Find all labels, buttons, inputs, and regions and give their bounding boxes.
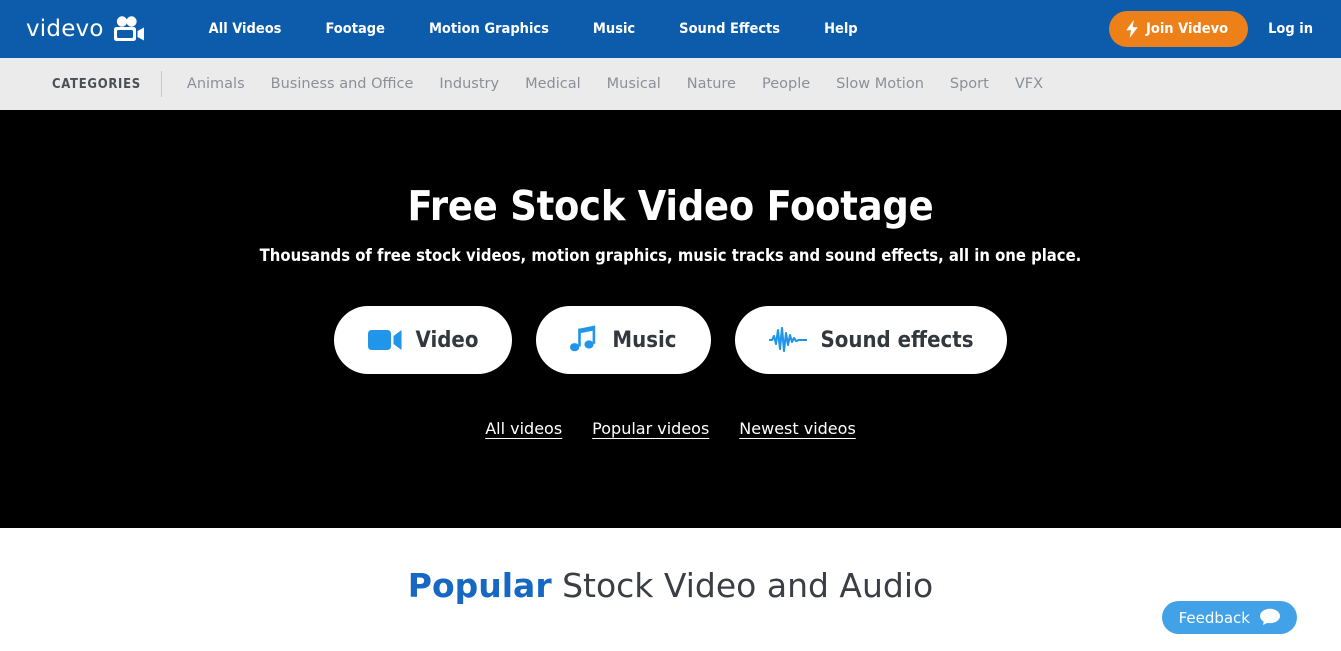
music-pill-button[interactable]: Music — [536, 306, 711, 374]
link-popular-videos[interactable]: Popular videos — [592, 419, 709, 438]
lightning-bolt-icon — [1125, 20, 1139, 38]
popular-section-heading: Popular Stock Video and Audio — [408, 566, 933, 605]
category-animals[interactable]: Animals — [162, 76, 258, 92]
category-vfx[interactable]: VFX — [1002, 76, 1056, 92]
nav-link-sound-effects[interactable]: Sound Effects — [657, 21, 802, 37]
category-people[interactable]: People — [749, 76, 823, 92]
video-pill-button[interactable]: Video — [333, 306, 513, 374]
categories-label: CATEGORIES — [52, 71, 162, 97]
join-videvo-button[interactable]: Join Videvo — [1109, 11, 1249, 47]
sound-effects-pill-label: Sound effects — [820, 327, 974, 353]
category-nature[interactable]: Nature — [674, 76, 749, 92]
hero-links: All videos Popular videos Newest videos — [485, 419, 856, 438]
category-sport[interactable]: Sport — [937, 76, 1002, 92]
nav-link-music[interactable]: Music — [571, 21, 657, 37]
sound-effects-pill-button[interactable]: Sound effects — [734, 306, 1008, 374]
nav-links: All Videos Footage Motion Graphics Music… — [187, 21, 880, 37]
hero-pill-buttons: Video Music Sound effects — [333, 306, 1008, 374]
movie-camera-icon — [111, 16, 145, 42]
hero-section: Free Stock Video Footage Thousands of fr… — [0, 110, 1341, 528]
categories-items: Animals Business and Office Industry Med… — [162, 76, 1056, 92]
popular-accent-word: Popular — [407, 566, 552, 605]
nav-link-motion-graphics[interactable]: Motion Graphics — [407, 21, 571, 37]
video-camera-icon — [367, 328, 402, 352]
nav-right-actions: Join Videvo Log in — [1109, 11, 1319, 47]
logo-wordmark: videvo — [26, 16, 104, 42]
link-all-videos[interactable]: All videos — [485, 419, 562, 438]
category-industry[interactable]: Industry — [426, 76, 512, 92]
hero-subtitle: Thousands of free stock videos, motion g… — [259, 246, 1082, 265]
music-note-icon — [570, 325, 598, 355]
nav-link-footage[interactable]: Footage — [303, 21, 406, 37]
popular-section: Popular Stock Video and Audio — [0, 528, 1341, 651]
video-pill-label: Video — [415, 327, 479, 353]
nav-link-all-videos[interactable]: All Videos — [187, 21, 304, 37]
category-slow-motion[interactable]: Slow Motion — [823, 76, 937, 92]
login-link[interactable]: Log in — [1268, 21, 1319, 37]
categories-bar: CATEGORIES Animals Business and Office I… — [0, 58, 1341, 110]
feedback-button[interactable]: Feedback — [1161, 601, 1297, 634]
link-newest-videos[interactable]: Newest videos — [739, 419, 855, 438]
feedback-label: Feedback — [1178, 608, 1250, 627]
page-title: Free Stock Video Footage — [407, 182, 934, 230]
nav-link-help[interactable]: Help — [802, 21, 880, 37]
join-videvo-label: Join Videvo — [1146, 21, 1229, 37]
category-medical[interactable]: Medical — [512, 76, 594, 92]
popular-rest-text: Stock Video and Audio — [551, 566, 934, 605]
speech-bubble-icon — [1260, 608, 1280, 628]
music-pill-label: Music — [612, 327, 677, 353]
category-musical[interactable]: Musical — [594, 76, 674, 92]
category-business-and-office[interactable]: Business and Office — [258, 76, 427, 92]
top-navbar: videvo All Videos Footage Motion Graphic… — [0, 0, 1341, 58]
waveform-icon — [768, 327, 807, 353]
site-logo[interactable]: videvo — [26, 16, 145, 42]
